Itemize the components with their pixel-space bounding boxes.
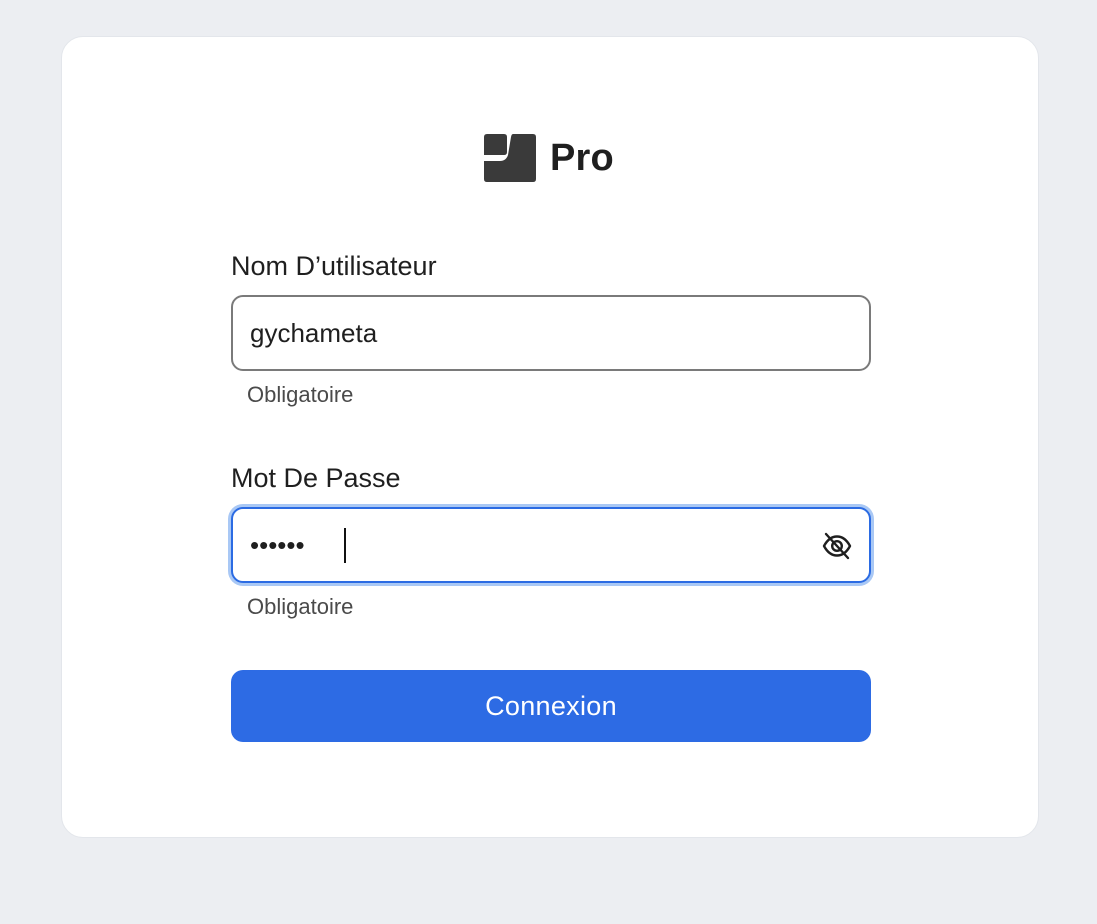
password-field-group: Mot De Passe Obligatoire	[231, 461, 871, 621]
password-helper-text: Obligatoire	[247, 594, 354, 619]
brand-logo: Pro	[484, 133, 614, 183]
login-card: Pro Nom D’utilisateur Obligatoire Mot De…	[61, 36, 1039, 838]
password-input-box	[231, 507, 871, 583]
username-field-group: Nom D’utilisateur Obligatoire	[231, 249, 871, 409]
toggle-password-visibility-button[interactable]	[819, 528, 855, 564]
eye-slash-icon	[822, 532, 852, 560]
password-input[interactable]	[233, 509, 869, 581]
brand-logo-icon	[484, 134, 536, 182]
username-input-box	[231, 295, 871, 371]
username-label: Nom D’utilisateur	[231, 251, 437, 281]
username-input[interactable]	[233, 297, 869, 369]
username-helper-text: Obligatoire	[247, 382, 354, 407]
password-label: Mot De Passe	[231, 463, 401, 493]
login-button[interactable]: Connexion	[231, 670, 871, 742]
brand-name: Pro	[550, 137, 614, 179]
text-caret	[344, 528, 346, 563]
